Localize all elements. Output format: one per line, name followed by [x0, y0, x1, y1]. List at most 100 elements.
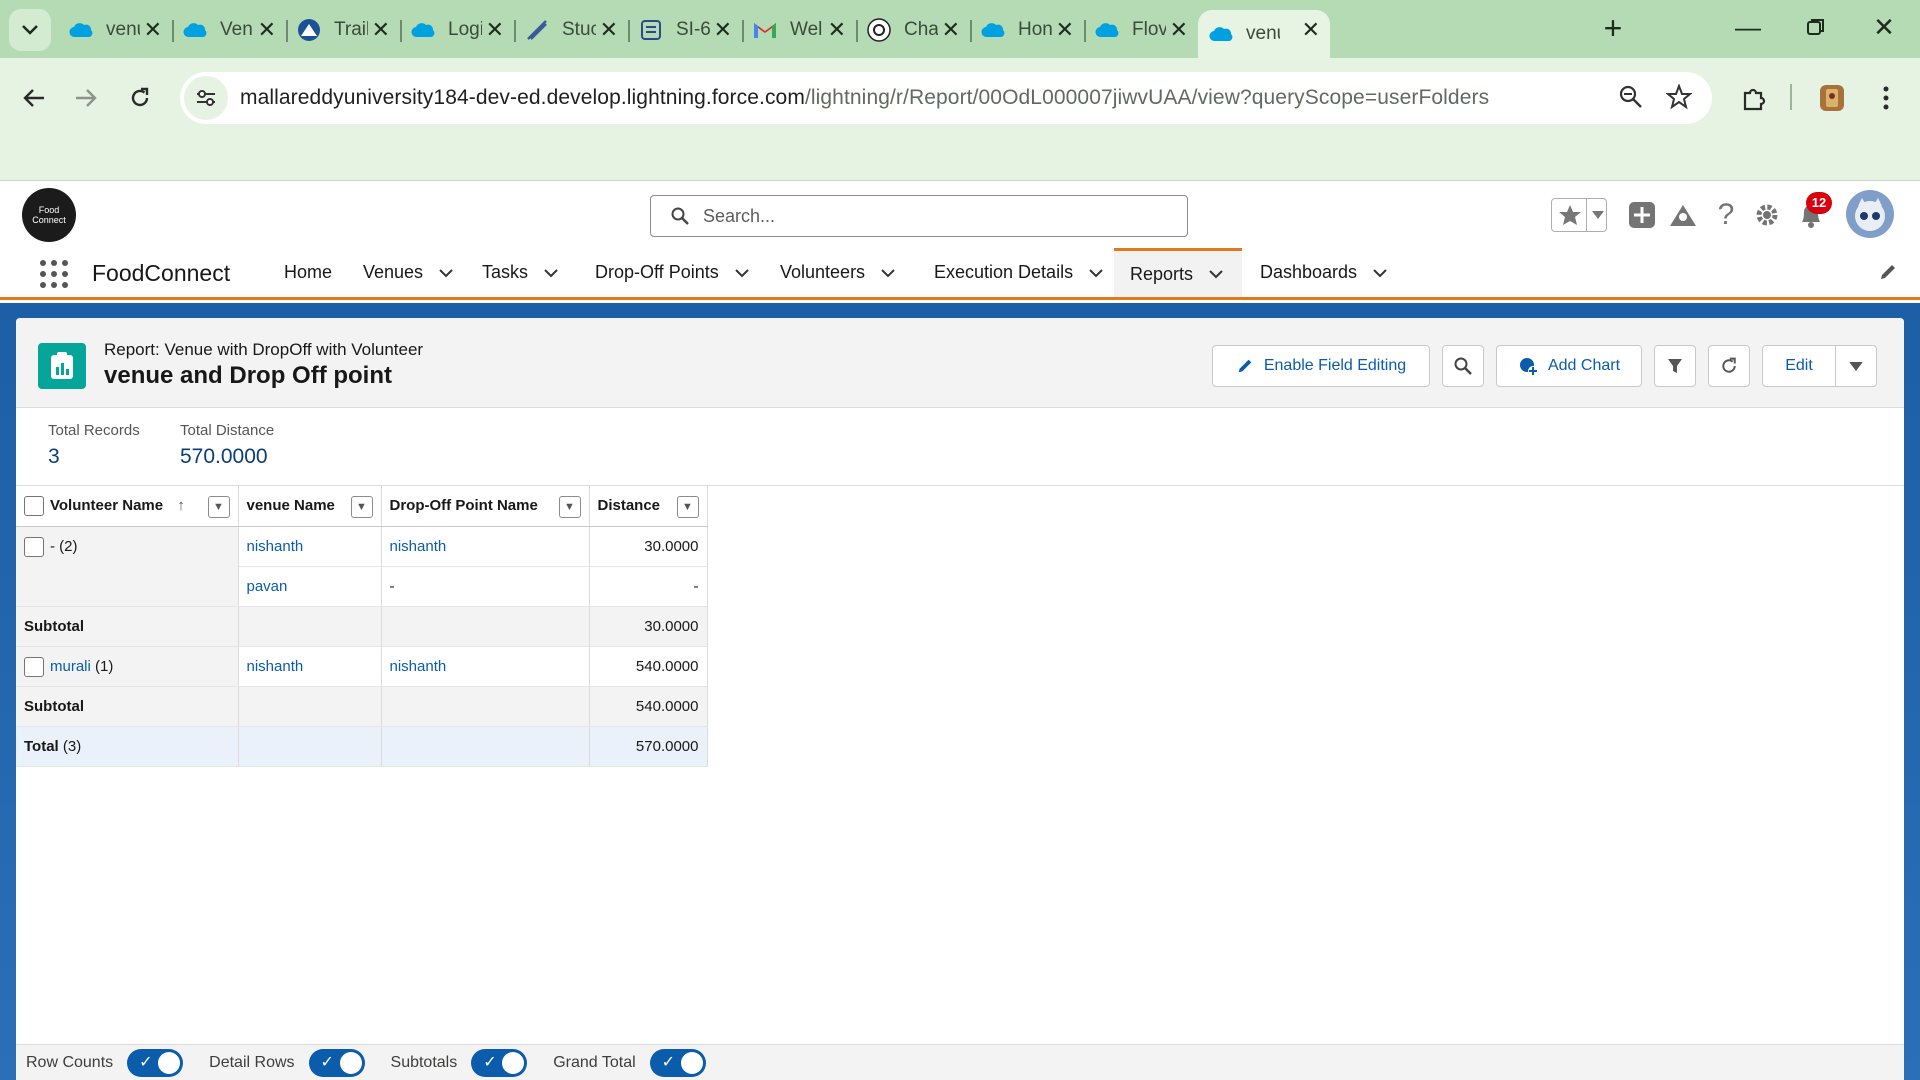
- group-checkbox[interactable]: [24, 656, 44, 677]
- chevron-down-icon[interactable]: [881, 265, 895, 281]
- subtotal-value-cell: 540.0000: [589, 686, 708, 727]
- address-bar[interactable]: mallareddyuniversity184-dev-ed.develop.l…: [180, 72, 1712, 124]
- close-tab-icon[interactable]: ✕: [600, 18, 618, 42]
- edit-button[interactable]: Edit: [1762, 345, 1836, 387]
- browser-tab[interactable]: SI-6 ✕: [628, 10, 742, 50]
- column-menu-button[interactable]: ▼: [207, 496, 230, 518]
- chevron-down-icon[interactable]: [439, 265, 453, 281]
- browser-menu-button[interactable]: [1866, 78, 1906, 118]
- toggle-switch[interactable]: ✓: [308, 1048, 365, 1077]
- browser-tab[interactable]: Trail ✕: [286, 10, 400, 50]
- footer-toggles: Row Counts ✓ Detail Rows ✓ Subtotals ✓ Grand T…: [16, 1048, 722, 1077]
- cell-dropoff-name: nishanth: [381, 646, 590, 687]
- close-tab-icon[interactable]: ✕: [258, 18, 276, 42]
- nav-item-execution-details[interactable]: Execution Details: [934, 248, 1103, 297]
- toggle-switch[interactable]: ✓: [649, 1048, 706, 1077]
- browser-tab[interactable]: venu✕: [58, 10, 172, 50]
- browser-tab[interactable]: Venu✕: [172, 10, 286, 50]
- group-checkbox[interactable]: [24, 536, 44, 557]
- help-button[interactable]: ?: [1712, 196, 1740, 234]
- refresh-button[interactable]: [1708, 345, 1750, 387]
- site-info-button[interactable]: [184, 76, 228, 120]
- close-tab-icon[interactable]: ✕: [372, 18, 390, 42]
- close-tab-icon[interactable]: ✕: [1056, 18, 1074, 42]
- browser-tab[interactable]: Flov ✕: [1084, 10, 1198, 50]
- select-all-checkbox[interactable]: [24, 495, 44, 516]
- profile-button[interactable]: [1812, 78, 1852, 118]
- venue-name-link[interactable]: nishanth: [247, 538, 304, 555]
- column-menu-button[interactable]: ▼: [676, 496, 699, 518]
- chevron-down-icon[interactable]: [544, 265, 558, 281]
- nav-item-tasks[interactable]: Tasks: [482, 248, 558, 297]
- chevron-down-icon[interactable]: [1089, 265, 1103, 281]
- column-menu-button[interactable]: ▼: [558, 496, 581, 518]
- column-header-distance[interactable]: Distance ▼: [589, 486, 708, 527]
- nav-item-reports[interactable]: Reports: [1114, 248, 1242, 297]
- dropoff-name-link[interactable]: nishanth: [390, 538, 447, 555]
- nav-item-home[interactable]: Home: [284, 248, 332, 297]
- more-actions-button[interactable]: [1835, 345, 1877, 387]
- group-count: (2): [59, 537, 78, 555]
- close-tab-icon[interactable]: ✕: [714, 18, 732, 42]
- edit-nav-button[interactable]: [1878, 262, 1898, 287]
- restore-button[interactable]: [1796, 12, 1836, 43]
- new-tab-button[interactable]: +: [1596, 12, 1630, 46]
- close-tab-icon[interactable]: ✕: [828, 18, 846, 42]
- close-tab-icon[interactable]: ✕: [1170, 18, 1188, 42]
- browser-tab[interactable]: Stuc ✕: [514, 10, 628, 50]
- venue-name-link[interactable]: nishanth: [247, 658, 304, 675]
- browser-tab[interactable]: Chat✕: [856, 10, 970, 50]
- global-actions-button[interactable]: [1627, 196, 1657, 234]
- close-tab-icon[interactable]: ✕: [942, 18, 960, 42]
- nav-item-venues[interactable]: Venues: [363, 248, 453, 297]
- add-chart-button[interactable]: Add Chart: [1496, 345, 1642, 387]
- app-logo[interactable]: Food Connect: [22, 188, 76, 242]
- setup-button[interactable]: [1752, 196, 1782, 234]
- restore-icon: [1807, 19, 1824, 35]
- chevron-down-icon[interactable]: [735, 265, 749, 281]
- enable-field-editing-button[interactable]: Enable Field Editing: [1212, 345, 1430, 387]
- column-menu-button[interactable]: ▼: [350, 496, 373, 518]
- search-report-button[interactable]: [1442, 345, 1484, 387]
- user-avatar[interactable]: [1846, 190, 1894, 238]
- nav-item-drop-off-points[interactable]: Drop-Off Points: [595, 248, 749, 297]
- browser-tab-strip: venu✕Venu✕Trail✕Logi✕Stuc✕SI-6✕Wel✕Chat✕…: [0, 0, 1920, 58]
- venue-name-link[interactable]: pavan: [247, 578, 288, 595]
- subtotal-empty-cell: [238, 686, 382, 727]
- gear-icon: [1756, 204, 1778, 226]
- profile-avatar-icon: [1820, 85, 1844, 111]
- browser-tab[interactable]: Logi ✕: [400, 10, 514, 50]
- forward-button[interactable]: [66, 78, 106, 118]
- nav-item-dashboards[interactable]: Dashboards: [1260, 248, 1387, 297]
- toggle-switch[interactable]: ✓: [471, 1048, 528, 1077]
- filter-button[interactable]: [1654, 345, 1696, 387]
- zoom-button[interactable]: [1618, 84, 1644, 115]
- browser-tab[interactable]: venu✕: [1198, 10, 1330, 58]
- global-search-input[interactable]: Search...: [650, 195, 1188, 237]
- dropoff-name-link[interactable]: nishanth: [390, 658, 447, 675]
- close-window-button[interactable]: ✕: [1864, 12, 1904, 43]
- group-name[interactable]: murali: [50, 657, 91, 674]
- bookmark-star-button[interactable]: [1665, 83, 1693, 115]
- minimize-button[interactable]: —: [1728, 12, 1768, 43]
- column-header-venue-name[interactable]: venue Name ▼: [238, 486, 382, 527]
- reload-button[interactable]: [120, 78, 160, 118]
- close-tab-icon[interactable]: ✕: [1302, 18, 1320, 42]
- column-header-volunteer-name[interactable]: Volunteer Name ↑ ▼: [16, 486, 239, 527]
- chevron-down-icon[interactable]: [1209, 266, 1223, 282]
- toggle-switch[interactable]: ✓: [127, 1048, 184, 1077]
- column-header-dropoff-point-name[interactable]: Drop-Off Point Name ▼: [381, 486, 590, 527]
- browser-tab[interactable]: Wel ✕: [742, 10, 856, 50]
- total-label: Total: [24, 737, 59, 755]
- tab-search-button[interactable]: [9, 9, 51, 51]
- nav-item-volunteers[interactable]: Volunteers: [780, 248, 895, 297]
- favorites-button-group[interactable]: [1551, 198, 1607, 232]
- close-tab-icon[interactable]: ✕: [486, 18, 504, 42]
- app-launcher-icon[interactable]: [40, 260, 68, 288]
- trailhead-guidance-button[interactable]: [1667, 196, 1699, 234]
- extensions-button[interactable]: [1734, 78, 1774, 118]
- close-tab-icon[interactable]: ✕: [144, 18, 162, 42]
- back-button[interactable]: [14, 78, 54, 118]
- browser-tab[interactable]: Hon ✕: [970, 10, 1084, 50]
- chevron-down-icon[interactable]: [1373, 265, 1387, 281]
